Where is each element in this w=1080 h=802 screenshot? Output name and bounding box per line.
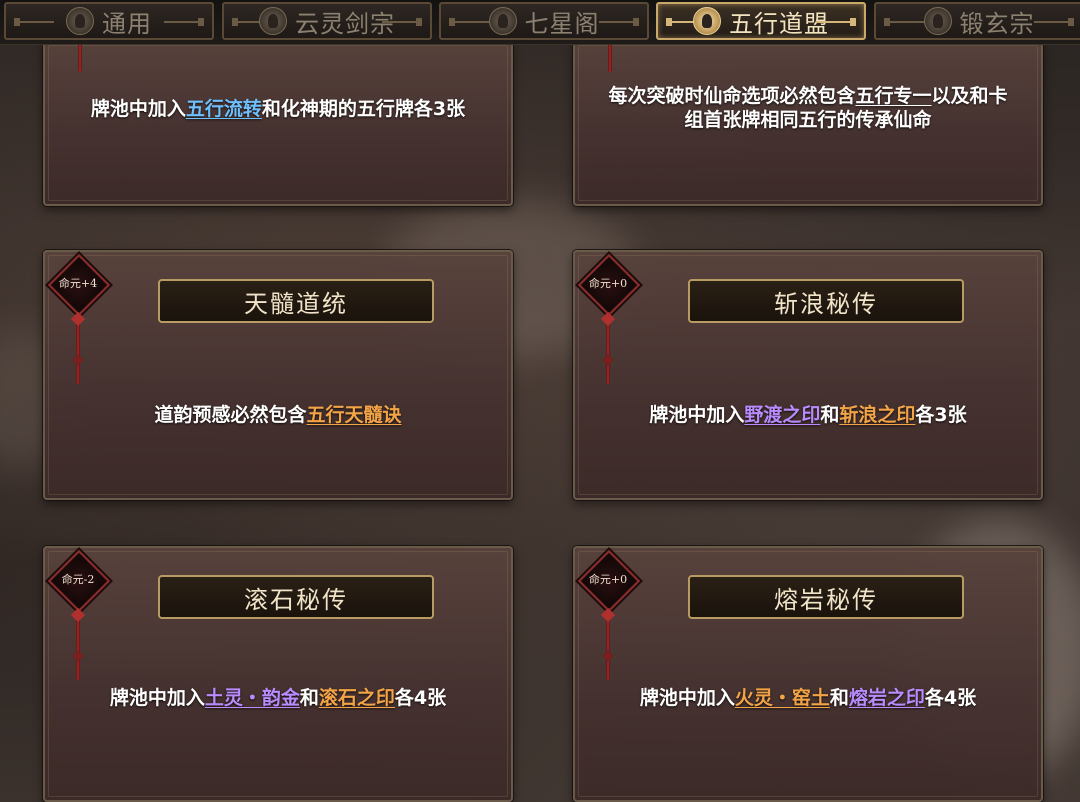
card-title: 天髓道统 [158, 279, 434, 323]
tab-general[interactable]: 通用 [4, 2, 214, 40]
destiny-card[interactable]: 命元+4 天髓道统 道韵预感必然包含五行天髓诀 [43, 250, 513, 500]
destiny-cost-badge: 命元-2 [47, 549, 111, 682]
pagoda-icon [488, 7, 517, 35]
destiny-cost-badge: 命元+0 [577, 253, 641, 386]
destiny-card[interactable]: 命元+0 斩浪秘传 牌池中加入野渡之印和斩浪之印各3张 [573, 250, 1043, 500]
lotus-icon [66, 7, 94, 35]
card-title: 斩浪秘传 [688, 279, 964, 323]
destiny-cost-badge: 命元+4 [47, 253, 111, 386]
tab-five-elements-alliance[interactable]: 五行道盟 [656, 2, 866, 40]
keyword-link[interactable]: 五行流转 [186, 98, 262, 120]
keyword-link[interactable]: 斩浪之印 [839, 404, 915, 426]
tab-label: 五行道盟 [729, 9, 829, 38]
destiny-card[interactable]: 命元+0 熔岩秘传 牌池中加入火灵・窑土和熔岩之印各4张 [573, 546, 1043, 802]
card-description: 牌池中加入五行流转和化神期的五行牌各3张 [90, 98, 466, 120]
card-title: 熔岩秘传 [688, 575, 964, 619]
tab-forge-sect[interactable]: 锻玄宗 [874, 2, 1080, 40]
card-description: 牌池中加入火灵・窑土和熔岩之印各4张 [639, 687, 977, 709]
tab-label: 锻玄宗 [959, 9, 1035, 38]
game-screen: 通用 云灵剑宗 七星阁 五行道盟 锻玄宗 牌池中加入五行流转和化神期的五行牌各3… [0, 0, 1080, 802]
card-description: 每次突破时仙命选项必然包含五行专一以及和卡组首张牌相同五行的传承仙命 [608, 85, 1008, 131]
card-description: 道韵预感必然包含五行天髓诀 [154, 404, 402, 426]
tab-label: 云灵剑宗 [295, 9, 395, 38]
destiny-card[interactable]: 每次突破时仙命选项必然包含五行专一以及和卡组首张牌相同五行的传承仙命 [573, 40, 1043, 206]
keyword-link[interactable]: 熔岩之印 [849, 687, 925, 709]
cloud-icon [259, 7, 287, 35]
destiny-cost-badge: 命元+0 [577, 549, 641, 682]
keyword-link[interactable]: 野渡之印 [744, 404, 820, 426]
tab-cloud-spirit-sword-sect[interactable]: 云灵剑宗 [222, 2, 432, 40]
card-title: 滚石秘传 [158, 575, 434, 619]
keyword-link[interactable]: 火灵・窑土 [735, 687, 830, 709]
destiny-card[interactable]: 牌池中加入五行流转和化神期的五行牌各3张 [43, 40, 513, 206]
tab-seven-star-pavilion[interactable]: 七星阁 [439, 2, 649, 40]
card-description: 牌池中加入土灵・韵金和滚石之印各4张 [109, 687, 447, 709]
card-description: 牌池中加入野渡之印和斩浪之印各3张 [649, 404, 967, 426]
keyword-link[interactable]: 土灵・韵金 [205, 687, 300, 709]
keyword-link[interactable]: 滚石之印 [319, 687, 395, 709]
sect-tab-bar: 通用 云灵剑宗 七星阁 五行道盟 锻玄宗 [0, 0, 1080, 45]
tab-label: 通用 [102, 9, 152, 38]
keyword-link[interactable]: 五行专一 [855, 85, 931, 107]
flame-icon [923, 7, 952, 35]
keyword-link[interactable]: 五行天髓诀 [307, 404, 402, 426]
destiny-card[interactable]: 命元-2 滚石秘传 牌池中加入土灵・韵金和滚石之印各4张 [43, 546, 513, 802]
five-elements-icon [693, 7, 721, 35]
tab-label: 七星阁 [524, 9, 600, 38]
